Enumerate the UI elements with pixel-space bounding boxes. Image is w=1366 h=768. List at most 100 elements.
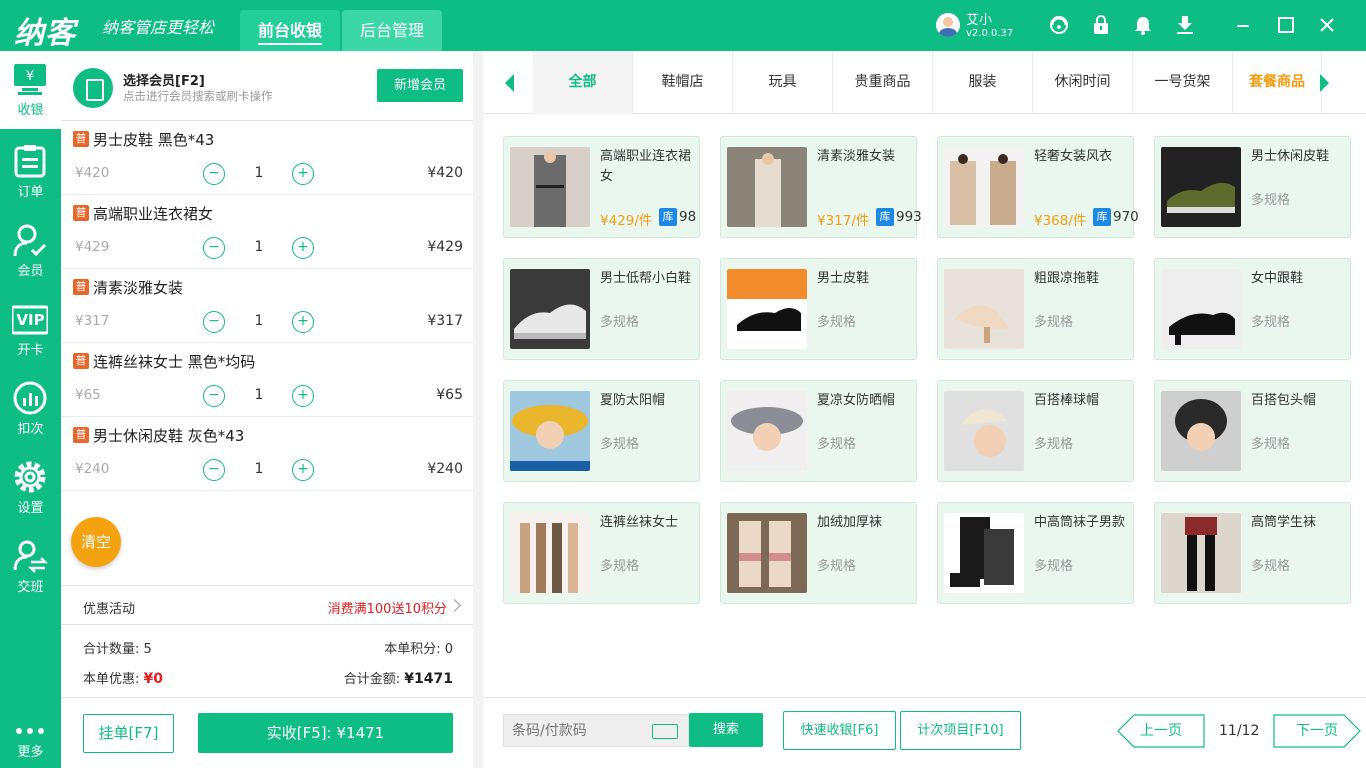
search-button[interactable]: 搜索 — [689, 713, 763, 747]
close-icon[interactable] — [1316, 14, 1338, 36]
next-page-label: 下一页 — [1296, 723, 1338, 739]
sidebar-item-member[interactable]: 会员 — [0, 212, 61, 290]
product-card[interactable]: 女中跟鞋 多规格 — [1154, 258, 1351, 360]
product-card[interactable]: 高端职业连衣裙女 ¥429/件 库 98 — [503, 136, 700, 238]
stock-badge: 库 — [1093, 208, 1111, 226]
product-card[interactable]: 夏凉女防晒帽 多规格 — [720, 380, 917, 482]
cart-item-qty[interactable]: 1 — [241, 387, 277, 403]
product-panel: 全部 鞋帽店 玩具 贵重商品 服装 休闲时间 一号货架 套餐商品 高端职业连衣裙女 ¥429/… — [483, 51, 1366, 768]
sidebar-item-cashier[interactable]: ¥ 收银 — [0, 51, 61, 129]
qty-minus-button[interactable]: − — [203, 385, 225, 407]
member-title: 选择会员[F2] — [123, 74, 205, 89]
cart-item-qty[interactable]: 1 — [241, 461, 277, 477]
qty-minus-button[interactable]: − — [203, 459, 225, 481]
cart-item-qty[interactable]: 1 — [241, 165, 277, 181]
category-next-icon[interactable] — [1320, 74, 1329, 92]
cart-item-qty[interactable]: 1 — [241, 313, 277, 329]
category-tab[interactable]: 一号货架 — [1133, 51, 1233, 114]
shift-icon — [13, 540, 48, 573]
tab-front-cashier[interactable]: 前台收银 — [240, 10, 340, 51]
hold-order-button[interactable]: 挂单[F7] — [83, 714, 174, 753]
product-card[interactable]: 连裤丝袜女士 多规格 — [503, 502, 700, 604]
product-price: ¥317/件 — [817, 213, 870, 229]
pay-button[interactable]: 实收[F5]: ¥1471 — [198, 713, 453, 753]
product-card[interactable]: 高筒学生袜 多规格 — [1154, 502, 1351, 604]
next-page-button[interactable]: 下一页 — [1273, 714, 1361, 748]
category-tab[interactable]: 玩具 — [733, 51, 833, 114]
category-tab[interactable]: 鞋帽店 — [633, 51, 733, 114]
product-card[interactable]: 男士低帮小白鞋 多规格 — [503, 258, 700, 360]
chevron-right-icon — [448, 599, 461, 612]
product-spec: 多规格 — [600, 559, 640, 574]
cashier-icon: ¥ — [14, 64, 46, 95]
qty-plus-button[interactable]: + — [292, 237, 314, 259]
product-image — [944, 147, 1024, 227]
qty-minus-button[interactable]: − — [203, 163, 225, 185]
product-spec: 多规格 — [1251, 559, 1291, 574]
prev-page-button[interactable]: 上一页 — [1117, 714, 1205, 748]
category-prev-icon[interactable] — [505, 74, 514, 92]
sidebar-item-more[interactable]: 更多 — [0, 711, 61, 768]
normal-price-badge: 普 — [73, 205, 89, 221]
cart-item-name: 清素淡雅女装 — [93, 279, 184, 297]
sidebar-item-shift[interactable]: 交班 — [0, 528, 61, 606]
lock-icon[interactable] — [1090, 14, 1112, 36]
cart-item-qty[interactable]: 1 — [241, 239, 277, 255]
category-tab[interactable]: 休闲时间 — [1033, 51, 1133, 114]
add-member-button[interactable]: 新增会员 — [377, 69, 463, 102]
member-select[interactable]: 选择会员[F2] 点击进行会员搜索或刷卡操作 新增会员 — [61, 51, 473, 121]
sidebar-item-label: 扣次 — [17, 422, 44, 437]
cart-item-total: ¥317 — [427, 313, 463, 329]
clear-cart-button[interactable]: 清空 — [71, 517, 121, 567]
promotion-row[interactable]: 优惠活动 消费满100送10积分 — [61, 585, 473, 625]
product-card[interactable]: 百搭包头帽 多规格 — [1154, 380, 1351, 482]
qty-minus-button[interactable]: − — [203, 237, 225, 259]
product-name: 连裤丝袜女士 — [600, 515, 679, 530]
product-card[interactable]: 加绒加厚袜 多规格 — [720, 502, 917, 604]
sidebar: ¥ 收银 订单 会员 VIP 开卡 扣次 设置 交班 更多 — [0, 51, 61, 768]
order-points-value: 0 — [444, 642, 453, 657]
product-name: 清素淡雅女装 — [817, 149, 896, 164]
avatar — [936, 13, 960, 37]
product-card[interactable]: 男士皮鞋 多规格 — [720, 258, 917, 360]
download-icon[interactable] — [1174, 14, 1196, 36]
quick-checkout-button[interactable]: 快速收银[F6] — [783, 711, 896, 750]
sidebar-item-label: 开卡 — [17, 343, 44, 358]
keyboard-icon[interactable] — [652, 724, 678, 739]
product-card[interactable]: 男士休闲皮鞋 多规格 — [1154, 136, 1351, 238]
product-price: ¥429/件 — [600, 213, 653, 229]
product-card[interactable]: 夏防太阳帽 多规格 — [503, 380, 700, 482]
category-tab[interactable]: 贵重商品 — [833, 51, 933, 114]
support-icon[interactable] — [1048, 14, 1070, 36]
member-card-icon — [73, 68, 113, 108]
sidebar-item-settings[interactable]: 设置 — [0, 449, 61, 527]
product-card[interactable]: 清素淡雅女装 ¥317/件 库 993 — [720, 136, 922, 238]
count-items-button[interactable]: 计次项目[F10] — [900, 711, 1021, 750]
qty-plus-button[interactable]: + — [292, 459, 314, 481]
product-card[interactable]: 轻奢女装风衣 ¥368/件 库 970 — [937, 136, 1139, 238]
qty-plus-button[interactable]: + — [292, 385, 314, 407]
user-name: 艾小 — [966, 13, 993, 28]
category-tab[interactable]: 全部 — [533, 51, 633, 114]
product-card[interactable]: 百搭棒球帽 多规格 — [937, 380, 1134, 482]
category-tab[interactable]: 服装 — [933, 51, 1033, 114]
qty-plus-button[interactable]: + — [292, 163, 314, 185]
product-spec: 多规格 — [817, 315, 857, 330]
app-logo: 纳客 — [14, 16, 76, 51]
product-card[interactable]: 中高筒袜子男款 多规格 — [937, 502, 1134, 604]
category-tab[interactable]: 套餐商品 — [1233, 51, 1322, 114]
bell-icon[interactable] — [1132, 14, 1154, 36]
qty-minus-button[interactable]: − — [203, 311, 225, 333]
minimize-icon[interactable] — [1232, 14, 1254, 36]
sidebar-item-open-card[interactable]: VIP 开卡 — [0, 291, 61, 369]
product-card[interactable]: 粗跟凉拖鞋 多规格 — [937, 258, 1134, 360]
tab-back-office[interactable]: 后台管理 — [342, 10, 442, 51]
product-image — [1161, 513, 1241, 593]
qty-plus-button[interactable]: + — [292, 311, 314, 333]
product-name: 男士休闲皮鞋 — [1251, 149, 1330, 164]
sidebar-item-deduct[interactable]: 扣次 — [0, 370, 61, 448]
maximize-icon[interactable] — [1275, 14, 1297, 36]
sidebar-item-order[interactable]: 订单 — [0, 133, 61, 211]
product-image — [944, 513, 1024, 593]
cart-item-total: ¥429 — [427, 239, 463, 255]
